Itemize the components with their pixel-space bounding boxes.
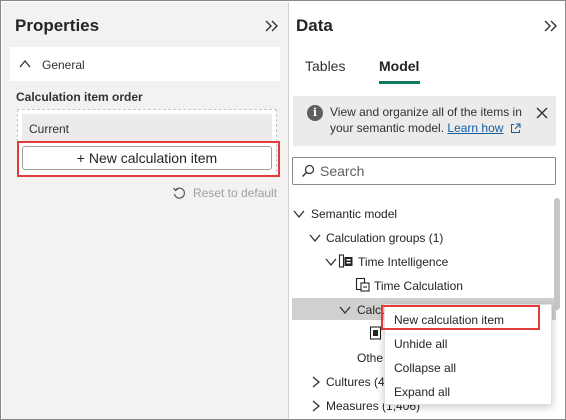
tree-label: Othe: [357, 351, 384, 365]
tree-label: Calculation groups (1): [326, 231, 444, 245]
tree-node-time-calculation[interactable]: Time Calculation: [355, 275, 553, 297]
chevron-down-icon: [339, 306, 351, 315]
external-link-icon: [510, 123, 521, 133]
tree-label: Time Intelligence: [358, 255, 449, 269]
data-title: Data: [296, 16, 333, 35]
tree-node-semantic-model[interactable]: Semantic model: [293, 203, 553, 225]
menu-item-expand-all[interactable]: Expand all: [385, 379, 553, 403]
calculation-column-icon: [355, 277, 370, 292]
tree-label: Semantic model: [311, 207, 398, 221]
tree-node-time-intelligence[interactable]: Time Intelligence: [325, 251, 553, 273]
calculation-item-icon: [369, 326, 382, 340]
chevron-down-icon: [325, 258, 337, 267]
menu-item-label: Expand all: [394, 385, 451, 399]
app-frame: Properties General Calculation item orde…: [0, 0, 566, 420]
calculation-group-icon: [338, 254, 353, 268]
vertical-scrollbar[interactable]: [554, 198, 560, 310]
context-menu: New calculation item Unhide all Collapse…: [384, 304, 552, 405]
chevron-up-icon: [19, 59, 31, 68]
chevron-down-icon: [309, 234, 321, 243]
tree-label: Cultures (4: [326, 375, 385, 389]
menu-item-collapse-all[interactable]: Collapse all: [385, 355, 553, 379]
menu-item-label: Unhide all: [394, 337, 448, 351]
menu-item-new-calculation-item[interactable]: New calculation item: [385, 307, 553, 331]
menu-item-label: New calculation item: [394, 313, 505, 327]
current-calc-item-label: Current: [29, 122, 70, 136]
active-tab-indicator: [379, 81, 420, 84]
tab-tables[interactable]: Tables: [305, 58, 345, 74]
general-section-header[interactable]: General: [10, 47, 280, 81]
collapse-pane-icon[interactable]: [264, 18, 280, 34]
menu-item-unhide-all[interactable]: Unhide all: [385, 331, 553, 355]
chevron-right-icon: [312, 400, 321, 412]
tree-label: Time Calculation: [374, 279, 463, 293]
current-calc-item[interactable]: Current: [22, 114, 272, 141]
chevron-down-icon: [293, 210, 305, 219]
info-icon: i: [307, 105, 323, 121]
new-calculation-item-button[interactable]: + New calculation item: [22, 146, 272, 170]
collapse-data-pane-icon[interactable]: [543, 18, 559, 34]
calculation-item-order-label: Calculation item order: [16, 90, 143, 104]
search-icon: [302, 164, 315, 177]
learn-how-link[interactable]: Learn how: [447, 121, 503, 135]
reset-icon: [172, 187, 186, 199]
close-banner-icon[interactable]: [536, 107, 548, 119]
properties-pane: Properties General: [2, 2, 288, 419]
tab-model[interactable]: Model: [379, 58, 419, 74]
search-box[interactable]: [292, 157, 556, 185]
search-input[interactable]: [320, 162, 545, 180]
properties-title: Properties: [15, 16, 100, 35]
general-section-label: General: [42, 58, 85, 72]
tree-node-calculation-groups[interactable]: Calculation groups (1): [309, 227, 553, 249]
info-banner-text: View and organize all of the items in yo…: [330, 104, 530, 136]
info-banner: i View and organize all of the items in …: [293, 96, 556, 146]
reset-label: Reset to default: [193, 186, 278, 200]
menu-item-label: Collapse all: [394, 361, 457, 375]
chevron-right-icon: [312, 376, 321, 388]
